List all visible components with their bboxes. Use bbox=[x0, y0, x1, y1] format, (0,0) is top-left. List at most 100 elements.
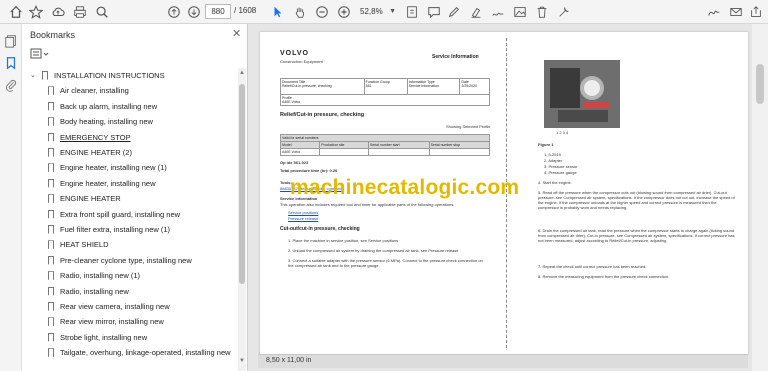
star-icon[interactable] bbox=[28, 4, 44, 20]
bookmark-item[interactable]: ⌄ INSTALLATION INSTRUCTIONS bbox=[22, 68, 240, 83]
bookmark-options-icon[interactable] bbox=[30, 48, 50, 60]
image-edit-icon[interactable] bbox=[512, 4, 528, 20]
legend-2: 2. Adapter bbox=[544, 158, 563, 163]
fill-sign-icon[interactable] bbox=[490, 4, 506, 20]
bookmark-item[interactable]: ENGINE HEATER (2) bbox=[22, 145, 240, 160]
email-icon[interactable] bbox=[728, 4, 744, 20]
bookmark-item[interactable]: Engine heater, installing new bbox=[22, 176, 240, 191]
bookmark-item[interactable]: Radio, installing new bbox=[22, 284, 240, 299]
bookmark-item[interactable]: ENGINE HEATER bbox=[22, 191, 240, 206]
bookmarks-scrollbar[interactable]: ▲ ▼ bbox=[238, 68, 246, 371]
scroll-thumb[interactable] bbox=[239, 84, 245, 284]
col-serial-start: Serial number start bbox=[368, 141, 430, 149]
bookmark-icon bbox=[48, 163, 54, 173]
bookmark-item[interactable]: Pre-cleaner cyclone type, installing new bbox=[22, 253, 240, 268]
highlight-icon[interactable] bbox=[468, 4, 484, 20]
col-model: Model bbox=[279, 141, 321, 149]
chevron-down-icon: ▼ bbox=[389, 8, 396, 15]
fit-page-icon[interactable] bbox=[404, 4, 420, 20]
hand-tool-icon[interactable] bbox=[292, 4, 308, 20]
step-5: 5. Read off the pressure when the compre… bbox=[538, 190, 735, 210]
scroll-down-icon[interactable]: ▼ bbox=[239, 358, 245, 364]
service-positions-link[interactable]: Service positions bbox=[288, 210, 318, 215]
bookmark-label: Fuel filter extra, installing new (1) bbox=[60, 225, 171, 234]
step-3: 3. Connect a suitable adapter with the p… bbox=[288, 258, 483, 268]
bookmark-item[interactable]: Tailgate, overhung, linkage-operated, in… bbox=[22, 345, 240, 360]
page-up-icon[interactable] bbox=[166, 4, 182, 20]
print-icon[interactable] bbox=[72, 4, 88, 20]
legend-4: 4. Pressure gauge bbox=[544, 170, 577, 175]
bookmark-icon bbox=[48, 225, 54, 234]
legend-3: 3. Pressure sensor bbox=[544, 164, 578, 169]
page-title: Relief/Cut-in pressure, checking bbox=[280, 112, 365, 118]
bookmark-item[interactable]: HEAT SHIELD bbox=[22, 237, 240, 252]
bookmark-label: ENGINE HEATER (2) bbox=[60, 148, 132, 157]
page-number-input[interactable]: 880 bbox=[205, 4, 231, 19]
legend-1: 1. 5-2519 bbox=[544, 152, 561, 157]
cell-value: 2/25/2020 bbox=[461, 84, 478, 88]
bookmark-label: Air cleaner, installing bbox=[60, 86, 129, 96]
figure-numbers: 1 2 3 4 bbox=[556, 130, 569, 135]
bookmark-icon bbox=[42, 71, 48, 80]
bookmark-label: Engine heater, installing new bbox=[60, 178, 156, 188]
pages-icon[interactable] bbox=[4, 34, 18, 48]
showing-profile: Showing Selected Profile bbox=[446, 124, 491, 129]
pen-icon[interactable] bbox=[446, 4, 462, 20]
sign-icon[interactable] bbox=[706, 4, 722, 20]
bookmark-icon bbox=[48, 286, 54, 296]
document-scrollbar[interactable] bbox=[752, 24, 768, 371]
comment-icon[interactable] bbox=[426, 4, 442, 20]
cloud-upload-icon[interactable] bbox=[50, 4, 66, 20]
search-icon[interactable] bbox=[94, 4, 110, 20]
zoom-in-icon[interactable] bbox=[336, 4, 352, 20]
bookmark-icon bbox=[48, 317, 54, 327]
bookmark-icon bbox=[48, 240, 54, 250]
bookmark-item[interactable]: Engine heater, installing new (1) bbox=[22, 160, 240, 175]
table-cell bbox=[428, 148, 491, 156]
zoom-out-icon[interactable] bbox=[314, 4, 330, 20]
toolbar: 880 / 1608 52,8% ▼ bbox=[0, 0, 768, 24]
bookmark-item[interactable]: EMERGENCY STOP bbox=[22, 130, 240, 145]
close-icon[interactable]: ✕ bbox=[232, 27, 241, 40]
bookmark-panel-icon[interactable] bbox=[4, 56, 18, 70]
bookmark-item[interactable]: Strobe light, installing new bbox=[22, 330, 240, 345]
bookmark-icon bbox=[48, 148, 54, 157]
bookmark-item[interactable]: Body heating, installing new bbox=[22, 114, 240, 129]
scroll-thumb[interactable] bbox=[756, 64, 764, 104]
bookmark-item[interactable]: Air cleaner, installing bbox=[22, 83, 240, 98]
chevron-down-icon[interactable]: ⌄ bbox=[30, 68, 36, 83]
cell-value: 561 bbox=[365, 84, 372, 88]
bookmark-label: Pre-cleaner cyclone type, installing new bbox=[60, 255, 192, 265]
pressure-release-link[interactable]: Pressure release bbox=[288, 216, 318, 221]
step-8: 8. Remove the measuring equipment from t… bbox=[538, 274, 670, 279]
trash-icon[interactable] bbox=[534, 4, 550, 20]
bookmark-item[interactable]: Rear view camera, installing new bbox=[22, 299, 240, 314]
watermark-text: machinecatalogic.com bbox=[290, 176, 520, 199]
bookmark-item[interactable]: Fuel filter extra, installing new (1) bbox=[22, 222, 240, 237]
cursor-select-icon[interactable] bbox=[270, 4, 286, 20]
bookmark-icon bbox=[48, 86, 54, 96]
volvo-logo: VOLVO bbox=[280, 50, 309, 57]
bookmark-icon bbox=[48, 194, 54, 204]
bookmark-item[interactable]: Radio, installing new (1) bbox=[22, 268, 240, 283]
cell-value: A40E Volvo bbox=[282, 100, 301, 104]
share-icon[interactable] bbox=[748, 4, 764, 20]
left-rail bbox=[0, 24, 22, 371]
bookmark-item[interactable]: Extra front spill guard, installing new bbox=[22, 207, 240, 222]
more-tools-icon[interactable] bbox=[556, 4, 572, 20]
home-icon[interactable] bbox=[8, 4, 24, 20]
page-down-icon[interactable] bbox=[186, 4, 202, 20]
bookmark-item[interactable]: Back up alarm, installing new bbox=[22, 99, 240, 114]
cell-value: Service Information bbox=[408, 84, 439, 88]
bookmark-item[interactable]: Rear view mirror, installing new bbox=[22, 314, 240, 329]
header-table: Document Title Relief/Cut-in pressure, ch… bbox=[280, 78, 490, 106]
scroll-up-icon[interactable]: ▲ bbox=[239, 70, 245, 76]
zoom-select[interactable]: 52,8% ▼ bbox=[360, 4, 396, 19]
bookmark-icon bbox=[48, 332, 54, 342]
figure-label: Figure 1 bbox=[538, 142, 554, 147]
attachment-icon[interactable] bbox=[4, 78, 18, 92]
bookmark-icon bbox=[48, 132, 54, 142]
step-1: 1. Place the machine in service position… bbox=[288, 238, 399, 243]
col-serial-stop: Serial number stop bbox=[428, 141, 491, 149]
bookmark-label: Rear view mirror, installing new bbox=[60, 317, 164, 327]
